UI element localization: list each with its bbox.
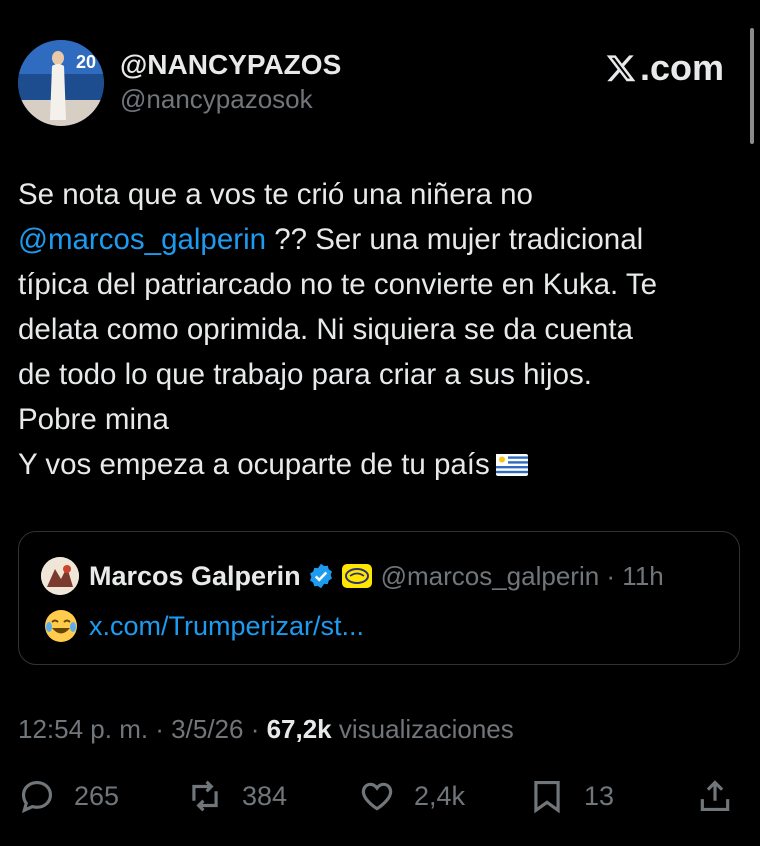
tweet-timestamp: 12:54 p. m. · 3/5/26 · 67,2k visualizaci… [18, 712, 514, 746]
tweet-line: Y vos empeza a ocuparte de tu país [18, 448, 490, 481]
repost-button[interactable]: 384 [186, 776, 287, 816]
heart-icon [361, 782, 393, 811]
author-handle[interactable]: @nancypazosok [120, 82, 341, 116]
uruguay-flag-icon [495, 444, 528, 489]
affiliate-badge-icon [341, 564, 372, 588]
avatar[interactable]: 20 [18, 40, 104, 126]
like-count: 2,4k [414, 780, 466, 811]
bookmark-button[interactable]: 13 [528, 776, 614, 816]
views-label: visualizaciones [331, 714, 514, 744]
tweet-time[interactable]: 12:54 p. m. · 3/5/26 · [18, 714, 267, 744]
action-bar: 265 384 2,4k 13 [18, 776, 740, 816]
tweet-line: típica del patriarcado no te convierte e… [18, 268, 658, 301]
author-display-name[interactable]: @NANCYPAZOS [120, 50, 341, 80]
repost-count: 384 [242, 780, 288, 811]
tweet-line: delata como oprimida. Ni siquiera se da … [18, 313, 633, 346]
laughing-emoji-icon [45, 610, 77, 642]
quote-meta: @marcos_galperin · 11h [380, 560, 664, 591]
reply-icon [21, 780, 53, 814]
tweet-header: 20 @NANCYPAZOS @nancypazosok .com [18, 40, 724, 130]
quoted-tweet[interactable]: Marcos Galperin @marcos_galperin · 11h x… [18, 531, 740, 665]
tweet-line: ?? Ser una mujer tradicional [266, 223, 644, 256]
reply-count: 265 [74, 780, 120, 811]
scrollbar[interactable] [750, 28, 754, 144]
quote-link[interactable]: x.com/Trumperizar/st... [89, 611, 364, 642]
share-icon [700, 780, 730, 812]
tweet-line: Pobre mina [18, 403, 169, 436]
brand-label: .com [639, 47, 724, 88]
quote-avatar[interactable] [41, 557, 79, 595]
tweet-line: Se nota que a vos te crió una niñera no [18, 178, 533, 211]
tweet-line: de todo lo que trabajo para criar a sus … [18, 358, 592, 391]
verified-badge-icon [309, 563, 332, 589]
quote-author-name[interactable]: Marcos Galperin [89, 561, 301, 592]
x-logo: .com [604, 48, 724, 88]
avatar-text: 20 [76, 52, 96, 72]
reply-button[interactable]: 265 [18, 776, 119, 816]
x-icon [606, 55, 636, 82]
share-button[interactable] [696, 776, 734, 816]
bookmark-icon [534, 780, 560, 814]
mention-link[interactable]: @marcos_galperin [18, 223, 266, 256]
repost-icon [192, 780, 218, 812]
like-button[interactable]: 2,4k [358, 776, 465, 816]
bookmark-count: 13 [584, 780, 615, 811]
views-count: 67,2k [266, 714, 332, 744]
tweet-text: Se nota que a vos te crió una niñera no … [18, 172, 748, 489]
